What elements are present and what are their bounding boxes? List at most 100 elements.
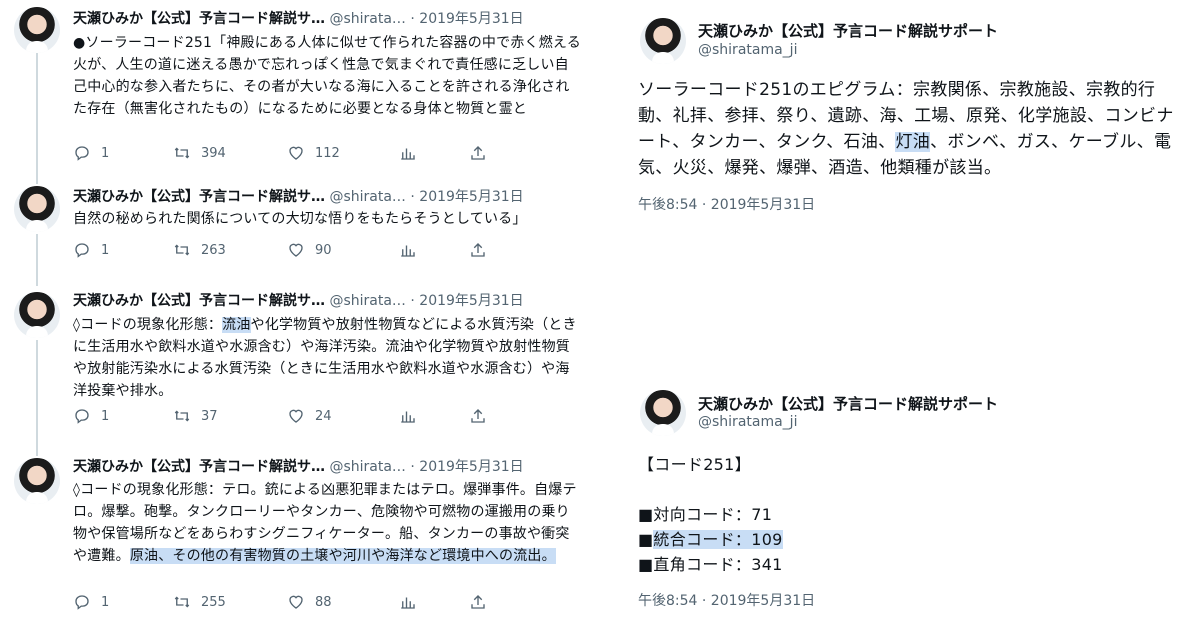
reply-icon <box>75 146 89 161</box>
tweet-text: ソーラーコード251のエピグラム：宗教関係、宗教施設、宗教的行動、礼拝、参拝、祭… <box>638 77 1183 181</box>
heart-icon <box>289 595 303 609</box>
tweet-timestamp[interactable]: 午後8:54 · 2019年5月31日 <box>638 194 815 214</box>
like-button[interactable]: 90 <box>287 240 332 260</box>
tweet[interactable]: 天瀬ひみか【公式】予言コード解説サ… @shirata… · 2019年5月31… <box>0 454 600 624</box>
avatar[interactable] <box>14 186 60 232</box>
thread-column: 天瀬ひみか【公式】予言コード解説サ… @shirata… · 2019年5月31… <box>0 0 600 624</box>
tweet-text: ●ソーラーコード251「神殿にある人体に似せて作られた容器の中で赤く燃える火が、… <box>73 35 581 117</box>
share-button[interactable] <box>469 592 487 612</box>
tweet-text: 自然の秘められた関係についての大切な悟りをもたらそうとしている」 <box>73 211 527 227</box>
author-handle[interactable]: @shirata… <box>329 293 405 309</box>
heart-icon <box>289 243 303 257</box>
author-handle[interactable]: @shirata… <box>329 459 405 475</box>
tweet-text: 【コード251】 ■対向コード：71 ■統合コード：109 ■直角コード：341 <box>638 452 1183 577</box>
retweet-count: 255 <box>201 594 226 610</box>
tweet-text: ◊コードの現象化形態：テロ。銃による凶悪犯罪またはテロ。爆弾事件。自爆テロ。爆撃… <box>73 479 583 567</box>
share-button[interactable] <box>469 143 487 163</box>
avatar[interactable] <box>640 390 686 436</box>
tweet-time[interactable]: 2019年5月31日 <box>419 11 523 27</box>
analytics-button[interactable] <box>399 240 417 260</box>
analytics-button[interactable] <box>399 143 417 163</box>
tweet-timestamp[interactable]: 午後8:54 · 2019年5月31日 <box>638 590 815 610</box>
retweet-icon <box>174 596 190 608</box>
like-button[interactable]: 24 <box>287 406 332 426</box>
tweet-time[interactable]: 2019年5月31日 <box>419 189 523 205</box>
share-icon <box>471 146 485 160</box>
tweet[interactable]: 天瀬ひみか【公式】予言コード解説サ… @shirata… · 2019年5月31… <box>0 286 600 446</box>
analytics-button[interactable] <box>399 592 417 612</box>
like-count: 112 <box>315 145 340 161</box>
tweet-text: ◊コードの現象化形態：流油や化学物質や放射性物質などによる水質汚染（ときに生活用… <box>73 314 583 402</box>
reply-button[interactable]: 1 <box>73 406 109 426</box>
retweet-button[interactable]: 255 <box>173 592 226 612</box>
code-line: ■直角コード：341 <box>638 555 783 574</box>
like-count: 24 <box>315 408 332 424</box>
author-handle[interactable]: @shiratama_ji <box>698 42 797 58</box>
heart-icon <box>289 146 303 160</box>
reply-count: 1 <box>101 408 110 424</box>
author-name[interactable]: 天瀬ひみか【公式】予言コード解説サ… <box>73 293 325 309</box>
reply-count: 1 <box>101 145 110 161</box>
retweet-count: 37 <box>201 408 218 424</box>
retweet-icon <box>174 244 190 256</box>
reply-button[interactable]: 1 <box>73 592 109 612</box>
author-handle[interactable]: @shirata… <box>329 11 405 27</box>
author-name[interactable]: 天瀬ひみか【公式】予言コード解説サポート <box>698 393 998 414</box>
code-line: ■統合コード：109 <box>638 527 1183 552</box>
reply-icon <box>75 409 89 424</box>
analytics-icon <box>401 148 415 160</box>
analytics-button[interactable] <box>399 406 417 426</box>
bullet: ■ <box>638 530 654 549</box>
analytics-icon <box>401 411 415 423</box>
avatar[interactable] <box>640 18 686 64</box>
retweet-icon <box>174 147 190 159</box>
share-icon <box>471 243 485 257</box>
share-button[interactable] <box>469 240 487 260</box>
tweet-time[interactable]: 2019年5月31日 <box>419 459 523 475</box>
tweet-actions: 1 263 90 <box>73 240 493 260</box>
code-line: ■対向コード：71 <box>638 505 773 524</box>
retweet-button[interactable]: 37 <box>173 406 218 426</box>
tweet-time[interactable]: 2019年5月31日 <box>419 293 523 309</box>
highlighted-text: 原油、その他の有害物質の土壌や河川や海洋など環境中への流出。 <box>129 548 556 564</box>
author-handle[interactable]: @shirata… <box>329 189 405 205</box>
highlighted-text: 灯油 <box>895 132 931 152</box>
like-count: 88 <box>315 594 332 610</box>
reply-button[interactable]: 1 <box>73 143 109 163</box>
reply-icon <box>75 595 89 610</box>
author-handle[interactable]: @shiratama_ji <box>698 414 797 430</box>
avatar[interactable] <box>14 292 60 338</box>
detail-tweet[interactable]: 天瀬ひみか【公式】予言コード解説サポート @shiratama_ji 【コード2… <box>620 380 1200 624</box>
avatar[interactable] <box>14 7 60 53</box>
tweet-actions: 1 37 24 <box>73 406 493 426</box>
highlighted-text: 流油 <box>222 317 251 333</box>
retweet-button[interactable]: 263 <box>173 240 226 260</box>
tweet[interactable]: 天瀬ひみか【公式】予言コード解説サ… @shirata… · 2019年5月31… <box>0 180 600 280</box>
retweet-icon <box>174 410 190 422</box>
author-name[interactable]: 天瀬ひみか【公式】予言コード解説サポート <box>698 20 998 41</box>
like-button[interactable]: 112 <box>287 143 340 163</box>
reply-button[interactable]: 1 <box>73 240 109 260</box>
share-button[interactable] <box>469 406 487 426</box>
tweet[interactable]: 天瀬ひみか【公式】予言コード解説サ… @shirata… · 2019年5月31… <box>0 0 600 178</box>
author-name[interactable]: 天瀬ひみか【公式】予言コード解説サ… <box>73 459 325 475</box>
author-name[interactable]: 天瀬ひみか【公式】予言コード解説サ… <box>73 189 325 205</box>
separator-dot: · <box>405 11 420 27</box>
like-button[interactable]: 88 <box>287 592 332 612</box>
code-title: 【コード251】 <box>638 455 751 474</box>
analytics-icon <box>401 245 415 257</box>
reply-count: 1 <box>101 242 110 258</box>
like-count: 90 <box>315 242 332 258</box>
separator-dot: · <box>405 459 420 475</box>
retweet-button[interactable]: 394 <box>173 143 226 163</box>
avatar[interactable] <box>14 458 60 504</box>
share-icon <box>471 595 485 609</box>
retweet-count: 263 <box>201 242 226 258</box>
author-name[interactable]: 天瀬ひみか【公式】予言コード解説サ… <box>73 11 325 27</box>
tweet-header: 天瀬ひみか【公式】予言コード解説サ… @shirata… · 2019年5月31… <box>73 456 588 478</box>
highlighted-text: 統合コード：109 <box>653 530 783 549</box>
heart-icon <box>289 409 303 423</box>
detail-tweet[interactable]: 天瀬ひみか【公式】予言コード解説サポート @shiratama_ji ソーラーコ… <box>620 0 1200 230</box>
separator-dot: · <box>405 293 420 309</box>
reply-icon <box>75 243 89 258</box>
